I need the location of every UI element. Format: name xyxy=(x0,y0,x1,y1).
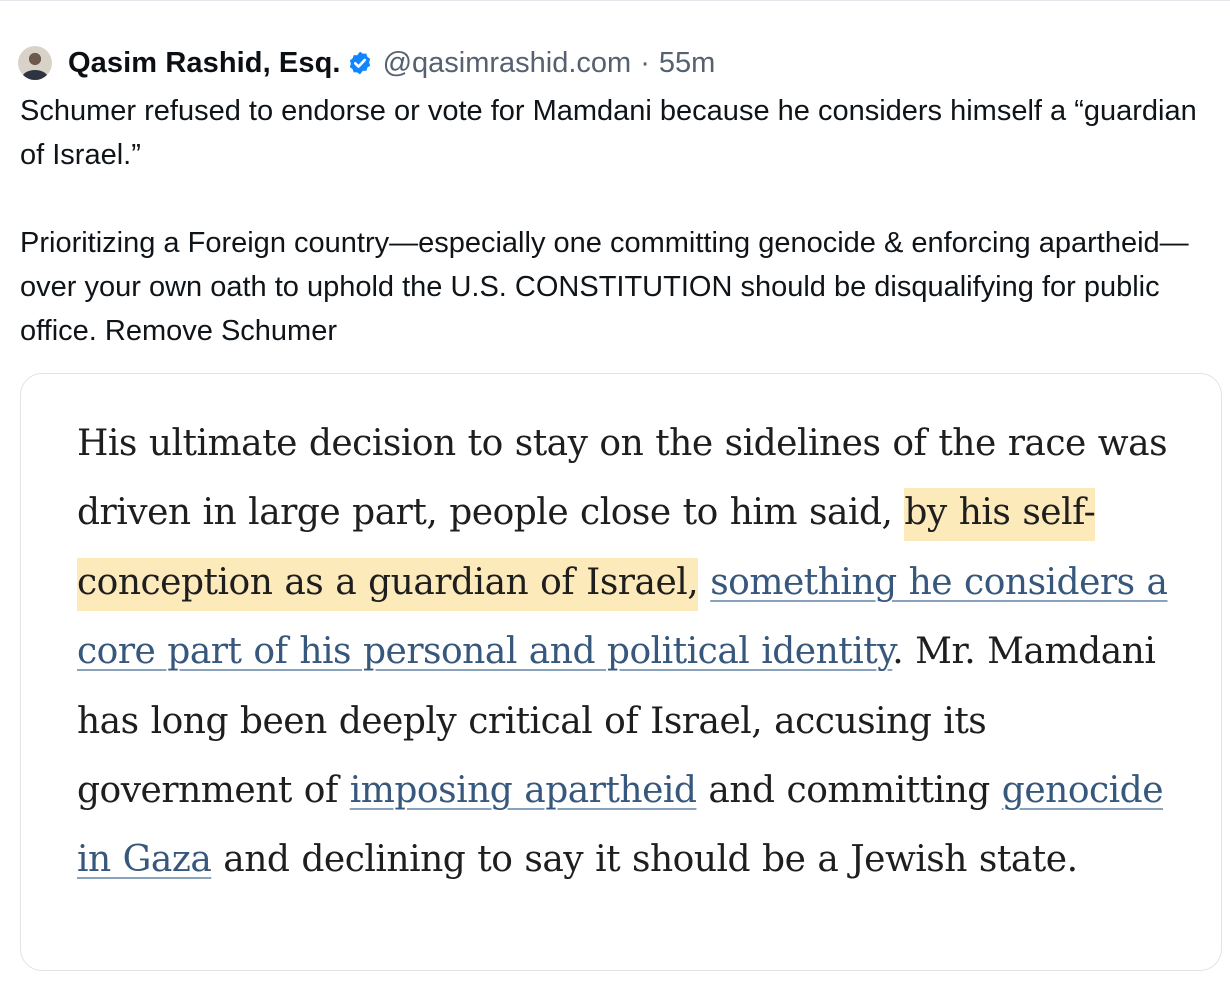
post-text: Schumer refused to endorse or vote for M… xyxy=(20,89,1220,353)
avatar-shoulders xyxy=(22,70,48,80)
post-timestamp[interactable]: 55m xyxy=(659,47,715,80)
post-header: Qasim Rashid, Esq. @qasimrashid.com · 55… xyxy=(18,43,715,83)
excerpt-link-apartheid: imposing apartheid xyxy=(349,770,697,812)
embedded-image-card[interactable]: His ultimate decision to stay on the sid… xyxy=(20,373,1222,971)
separator-dot: · xyxy=(640,46,650,79)
post-paragraph-1: Schumer refused to endorse or vote for M… xyxy=(20,95,1197,171)
avatar[interactable] xyxy=(18,46,52,80)
author-handle[interactable]: @qasimrashid.com xyxy=(383,47,632,80)
post: Qasim Rashid, Esq. @qasimrashid.com · 55… xyxy=(0,0,1230,998)
excerpt-text-4: and committing xyxy=(696,770,1002,812)
verified-check-icon xyxy=(349,51,370,75)
post-paragraph-2: Prioritizing a Foreign country—especiall… xyxy=(20,227,1189,347)
article-excerpt: His ultimate decision to stay on the sid… xyxy=(77,409,1197,895)
excerpt-text-2 xyxy=(698,562,710,603)
author-name[interactable]: Qasim Rashid, Esq. xyxy=(68,47,341,80)
excerpt-text-5: and declining to say it should be a Jewi… xyxy=(211,839,1078,881)
